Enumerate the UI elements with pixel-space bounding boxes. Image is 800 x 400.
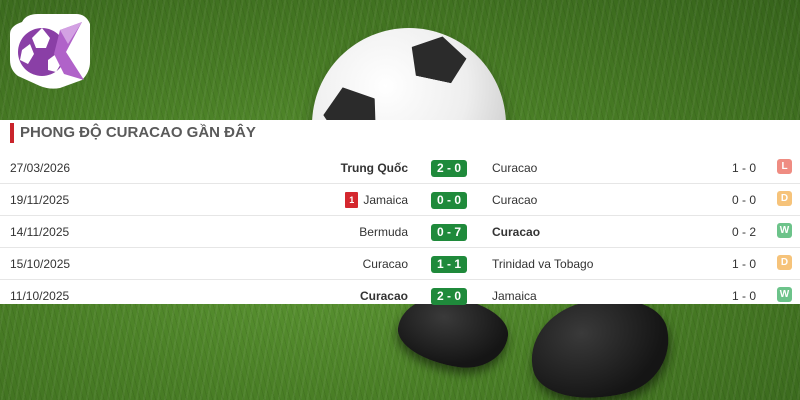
away-team: Curacao	[492, 193, 538, 207]
result-badge: D	[777, 255, 792, 270]
half-time-score: 1 - 0	[731, 289, 756, 303]
home-team: Curacao	[359, 289, 408, 303]
away-team: Curacao	[492, 161, 538, 175]
score-badge: 0 - 7	[431, 224, 467, 241]
score-badge: 0 - 0	[431, 192, 467, 209]
match-row[interactable]: 14/11/2025 Bermuda 0 - 7 Curacao 0 - 2 W	[0, 216, 800, 248]
match-row[interactable]: 27/03/2026 Trung Quốc 2 - 0 Curacao 1 - …	[0, 152, 800, 184]
result-badge: W	[777, 287, 792, 302]
away-team: Curacao	[492, 225, 541, 239]
away-team: Jamaica	[492, 289, 537, 303]
score-badge: 2 - 0	[431, 288, 467, 305]
match-date: 15/10/2025	[10, 257, 71, 271]
panel-title: PHONG ĐỘ CURACAO GẦN ĐÂY	[10, 123, 256, 143]
home-team: 1 Jamaica	[345, 184, 408, 216]
result-badge: D	[777, 191, 792, 206]
half-time-score: 1 - 0	[731, 161, 756, 175]
match-row[interactable]: 19/11/2025 1 Jamaica 0 - 0 Curacao 0 - 0…	[0, 184, 800, 216]
site-logo[interactable]	[4, 10, 94, 90]
half-time-score: 0 - 0	[731, 193, 756, 207]
home-team: Bermuda	[359, 225, 408, 239]
red-card-icon: 1	[345, 192, 359, 208]
match-row[interactable]: 11/10/2025 Curacao 2 - 0 Jamaica 1 - 0 W	[0, 280, 800, 312]
recent-form-panel: PHONG ĐỘ CURACAO GẦN ĐÂY 27/03/2026 Trun…	[0, 120, 800, 305]
match-date: 11/10/2025	[10, 289, 70, 303]
half-time-score: 0 - 2	[731, 225, 756, 239]
home-team: Curacao	[362, 257, 408, 271]
match-date: 19/11/2025	[10, 193, 70, 207]
match-row[interactable]: 15/10/2025 Curacao 1 - 1 Trinidad va Tob…	[0, 248, 800, 280]
match-list: 27/03/2026 Trung Quốc 2 - 0 Curacao 1 - …	[0, 152, 800, 312]
match-date: 27/03/2026	[10, 161, 71, 175]
score-badge: 1 - 1	[431, 256, 467, 273]
result-badge: W	[777, 223, 792, 238]
half-time-score: 1 - 0	[731, 257, 756, 271]
logo-icon	[10, 14, 90, 89]
match-date: 14/11/2025	[10, 225, 70, 239]
home-team: Trung Quốc	[340, 161, 408, 175]
score-badge: 2 - 0	[431, 160, 467, 177]
away-team: Trinidad va Tobago	[492, 257, 594, 271]
result-badge: L	[777, 159, 792, 174]
